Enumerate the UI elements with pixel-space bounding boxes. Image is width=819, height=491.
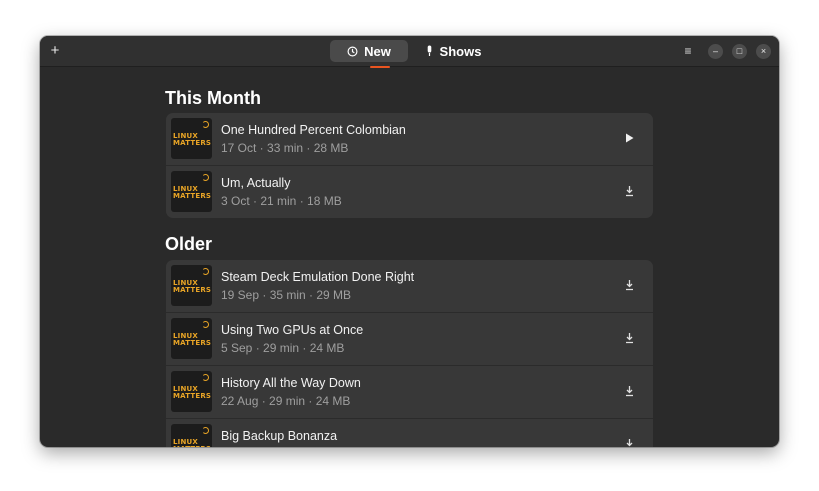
episode-title: History All the Way Down — [221, 376, 361, 390]
episode-title: Using Two GPUs at Once — [221, 323, 364, 337]
close-button[interactable]: × — [756, 44, 771, 59]
play-icon — [625, 133, 633, 143]
play-button[interactable] — [622, 130, 636, 146]
artwork-line2: MATTERS — [173, 392, 212, 400]
download-icon — [625, 280, 633, 291]
episode-row[interactable]: LINUX MATTERS Um, Actually 3 Oct · 21 min… — [166, 166, 653, 218]
tab-shows[interactable]: Shows — [418, 40, 488, 62]
download-icon — [625, 333, 633, 344]
section-title-older: Older — [165, 234, 213, 254]
logo-mark-icon — [202, 374, 209, 381]
episode-list-this-month: LINUX MATTERS One Hundred Percent Colombi… — [166, 113, 653, 218]
logo-mark-icon — [202, 121, 209, 128]
episode-title: Steam Deck Emulation Done Right — [221, 270, 415, 284]
episode-row[interactable]: LINUX MATTERS Using Two GPUs at Once 5 Se… — [166, 313, 653, 366]
artwork-line2: MATTERS — [173, 139, 212, 147]
episode-title: Um, Actually — [221, 176, 291, 190]
episode-meta: 3 Oct · 21 min · 18 MB — [221, 194, 342, 208]
episode-row[interactable]: LINUX MATTERS Steam Deck Emulation Done R… — [166, 260, 653, 313]
episode-artwork: LINUXMATTERS — [171, 424, 212, 447]
episode-row[interactable]: LINUXMATTERS Big Backup Bonanza — [166, 419, 653, 447]
download-icon — [625, 186, 633, 197]
logo-mark-icon — [202, 268, 209, 275]
episode-title: One Hundred Percent Colombian — [221, 123, 406, 137]
download-icon — [625, 386, 633, 397]
episode-list-older: LINUX MATTERS Steam Deck Emulation Done R… — [166, 260, 653, 447]
artwork-line2: MATTERS — [173, 446, 211, 448]
episode-row[interactable]: LINUX MATTERS History All the Way Down 22… — [166, 366, 653, 419]
tab-shows-label: Shows — [439, 43, 482, 59]
download-button[interactable] — [622, 330, 636, 346]
logo-mark-icon — [202, 174, 209, 181]
active-tab-indicator — [370, 66, 390, 68]
add-button[interactable]: + — [48, 41, 62, 61]
artwork-line2: MATTERS — [173, 339, 212, 347]
main-menu-button[interactable]: ≡ — [681, 44, 695, 58]
tab-new-label: New — [364, 43, 391, 59]
episode-title: Big Backup Bonanza — [221, 429, 338, 443]
header-bar: + New Shows ≡ – □ × — [40, 36, 779, 68]
section-title-this-month: This Month — [165, 88, 261, 108]
tab-new[interactable]: New — [330, 40, 408, 62]
artwork-line2: MATTERS — [173, 192, 212, 200]
logo-mark-icon — [202, 427, 209, 434]
download-button[interactable] — [622, 436, 636, 447]
microphone-icon — [427, 45, 431, 56]
download-button[interactable] — [622, 383, 636, 399]
episode-artwork: LINUXMATTERS — [171, 265, 212, 306]
episode-meta: 19 Sep · 35 min · 29 MB — [221, 288, 352, 302]
clock-icon — [347, 46, 358, 56]
artwork-line2: MATTERS — [173, 286, 212, 294]
download-icon — [626, 439, 632, 447]
episode-artwork: LINUXMATTERS — [171, 171, 212, 212]
episode-artwork: LINUXMATTERS — [171, 371, 212, 412]
episode-artwork: LINUXMATTERS — [171, 118, 212, 159]
episode-meta: 22 Aug · 29 min · 24 MB — [221, 394, 351, 408]
episode-row[interactable]: LINUX MATTERS One Hundred Percent Colombi… — [166, 113, 653, 166]
episode-meta: 5 Sep · 29 min · 24 MB — [221, 341, 345, 355]
minimize-button[interactable]: – — [708, 44, 723, 59]
episode-artwork: LINUXMATTERS — [171, 318, 212, 359]
download-button[interactable] — [622, 183, 636, 199]
download-button[interactable] — [622, 277, 636, 293]
app-window: + New Shows ≡ – □ × This Month LINUX MATT — [40, 36, 779, 447]
episode-meta: 17 Oct · 33 min · 28 MB — [221, 141, 349, 155]
maximize-button[interactable]: □ — [732, 44, 747, 59]
logo-mark-icon — [202, 321, 209, 328]
